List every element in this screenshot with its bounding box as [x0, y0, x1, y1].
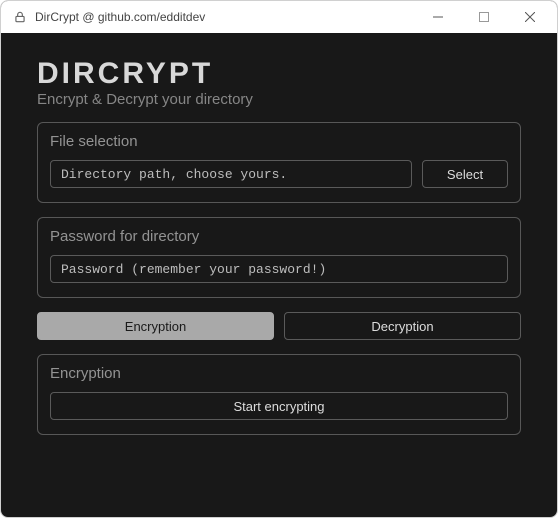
- directory-path-input[interactable]: [50, 160, 412, 188]
- titlebar: DirCrypt @ github.com/edditdev: [1, 1, 557, 33]
- content-area: DIRCRYPT Encrypt & Decrypt your director…: [1, 33, 557, 517]
- app-subtitle: Encrypt & Decrypt your directory: [37, 91, 521, 108]
- password-panel: Password for directory: [37, 217, 521, 298]
- tab-row: Encryption Decryption: [37, 312, 521, 340]
- password-title: Password for directory: [50, 228, 508, 245]
- app-window: DirCrypt @ github.com/edditdev DIRCRYPT …: [0, 0, 558, 518]
- start-encrypting-button[interactable]: Start encrypting: [50, 392, 508, 420]
- tab-decryption[interactable]: Decryption: [284, 312, 521, 340]
- action-panel-title: Encryption: [50, 365, 508, 382]
- file-selection-title: File selection: [50, 133, 508, 150]
- minimize-button[interactable]: [415, 1, 461, 33]
- tab-encryption[interactable]: Encryption: [37, 312, 274, 340]
- password-input[interactable]: [50, 255, 508, 283]
- select-button[interactable]: Select: [422, 160, 508, 188]
- lock-icon: [13, 10, 27, 24]
- action-panel: Encryption Start encrypting: [37, 354, 521, 435]
- file-selection-panel: File selection Select: [37, 122, 521, 203]
- app-title: DIRCRYPT: [37, 57, 521, 91]
- maximize-button[interactable]: [461, 1, 507, 33]
- close-button[interactable]: [507, 1, 553, 33]
- window-title: DirCrypt @ github.com/edditdev: [35, 10, 205, 24]
